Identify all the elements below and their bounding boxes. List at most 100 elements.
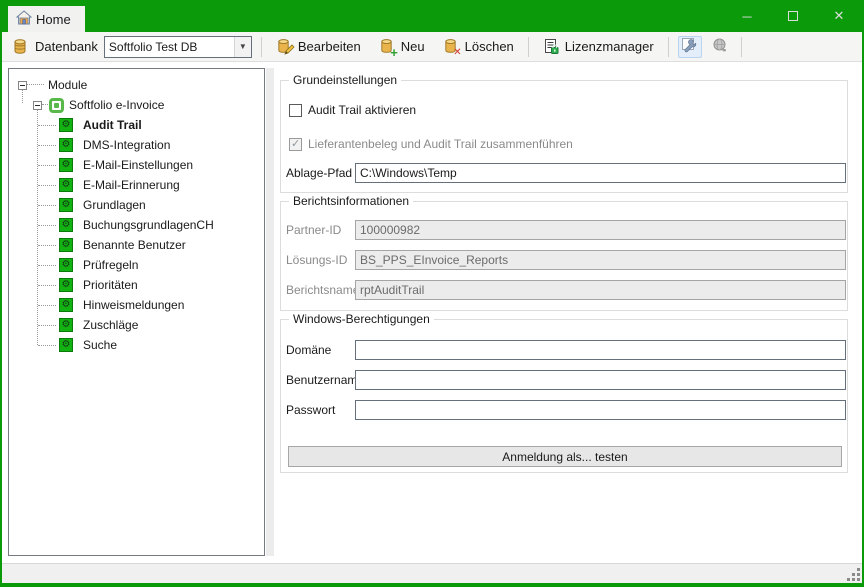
tree-connector	[38, 185, 56, 186]
content-area: Module Softfolio e-Invoice ⚙ Audit Trail	[2, 63, 862, 559]
gear-icon: ⚙	[59, 278, 73, 292]
license-document-icon	[543, 38, 560, 55]
tree-connector	[38, 145, 56, 146]
tree-connector	[38, 165, 56, 166]
resize-grip-icon[interactable]	[848, 569, 860, 581]
loeschen-button[interactable]: ✕ Löschen	[438, 35, 519, 58]
gear-icon: ⚙	[59, 138, 73, 152]
collapse-icon[interactable]	[33, 101, 42, 110]
domaene-input[interactable]	[355, 340, 846, 360]
tree-item-suche[interactable]: ⚙ Suche	[9, 335, 264, 355]
partner-id-input	[355, 220, 846, 240]
combobox-dropdown-button[interactable]: ▼	[234, 37, 251, 57]
globe-icon	[711, 37, 728, 57]
domaene-label: Domäne	[286, 343, 331, 357]
maximize-icon	[788, 11, 798, 21]
tree-node-label: Softfolio e-Invoice	[69, 98, 164, 112]
lieferantenbeleg-checkbox	[289, 138, 302, 151]
ablage-pfad-input[interactable]	[355, 163, 846, 183]
tree-item-label: Prüfregeln	[83, 258, 138, 272]
statusbar	[2, 563, 862, 583]
anmeldung-testen-button[interactable]: Anmeldung als... testen	[288, 446, 842, 467]
ablage-pfad-label: Ablage-Pfad	[286, 166, 352, 180]
toolbar-separator	[741, 37, 742, 57]
gear-icon: ⚙	[59, 298, 73, 312]
benutzername-input[interactable]	[355, 370, 846, 390]
maximize-button[interactable]	[770, 0, 816, 32]
red-x-icon: ✕	[453, 48, 461, 58]
minimize-button[interactable]: ─	[724, 0, 770, 32]
tree-item-label: Grundlagen	[83, 198, 146, 212]
partner-id-row: Partner-ID	[281, 220, 847, 240]
group-windows-berechtigungen: Windows-Berechtigungen Domäne Benutzerna…	[280, 319, 848, 473]
edit-database-icon	[276, 38, 293, 55]
gear-icon: ⚙	[59, 178, 73, 192]
tools-button[interactable]	[678, 36, 702, 58]
tree-item-dms-integration[interactable]: ⚙ DMS-Integration	[9, 135, 264, 155]
lizenzmanager-button[interactable]: Lizenzmanager	[538, 35, 659, 58]
database-combobox[interactable]: Softfolio Test DB ▼	[104, 36, 252, 58]
tree-node-einvoice[interactable]: Softfolio e-Invoice	[9, 95, 264, 115]
plus-icon: +	[390, 48, 398, 58]
loesungs-id-input	[355, 250, 846, 270]
partner-id-label: Partner-ID	[286, 223, 341, 237]
collapse-icon[interactable]	[18, 81, 27, 90]
tree-item-pruefregeln[interactable]: ⚙ Prüfregeln	[9, 255, 264, 275]
gear-icon: ⚙	[59, 338, 73, 352]
berichtsname-input	[355, 280, 846, 300]
wrench-icon	[681, 37, 698, 57]
tree-item-label: Audit Trail	[83, 118, 142, 132]
titlebar: Home ─ ✕	[2, 0, 862, 32]
database-icon	[12, 38, 29, 55]
minimize-icon: ─	[742, 9, 751, 24]
tree-item-grundlagen[interactable]: ⚙ Grundlagen	[9, 195, 264, 215]
globe-button[interactable]	[708, 36, 732, 58]
tree-item-audit-trail[interactable]: ⚙ Audit Trail	[9, 115, 264, 135]
toolbar-separator	[261, 37, 262, 57]
gear-icon: ⚙	[59, 158, 73, 172]
new-database-icon: +	[379, 38, 396, 55]
gear-icon: ⚙	[59, 258, 73, 272]
tree-item-email-einstellungen[interactable]: ⚙ E-Mail-Einstellungen	[9, 155, 264, 175]
tree-item-email-erinnerung[interactable]: ⚙ E-Mail-Erinnerung	[9, 175, 264, 195]
tree-item-label: Prioritäten	[83, 278, 138, 292]
tree-item-label: DMS-Integration	[83, 138, 170, 152]
home-icon	[16, 10, 32, 28]
close-icon: ✕	[834, 8, 845, 24]
checkbox-label: Audit Trail aktivieren	[308, 103, 416, 117]
benutzername-label: Benutzername	[286, 373, 364, 387]
passwort-input[interactable]	[355, 400, 846, 420]
neu-button[interactable]: + Neu	[374, 35, 430, 58]
berichtsname-row: Berichtsname	[281, 280, 847, 300]
tree-item-zuschlaege[interactable]: ⚙ Zuschläge	[9, 315, 264, 335]
tab-home[interactable]: Home	[8, 6, 85, 32]
tree-item-label: E-Mail-Erinnerung	[83, 178, 180, 192]
gear-icon: ⚙	[59, 218, 73, 232]
close-button[interactable]: ✕	[816, 0, 862, 32]
tree-node-module[interactable]: Module	[9, 75, 264, 95]
tree-connector	[38, 345, 56, 346]
loeschen-label: Löschen	[465, 39, 514, 54]
tree-connector	[38, 325, 56, 326]
tree-connector	[38, 225, 56, 226]
tree-item-benannte-benutzer[interactable]: ⚙ Benannte Benutzer	[9, 235, 264, 255]
database-combobox-value: Softfolio Test DB	[105, 40, 234, 54]
audit-trail-aktivieren-checkbox[interactable]	[289, 104, 302, 117]
tree-item-hinweismeldungen[interactable]: ⚙ Hinweismeldungen	[9, 295, 264, 315]
gear-icon: ⚙	[59, 238, 73, 252]
pencil-icon	[284, 44, 295, 58]
tree-item-prioritaeten[interactable]: ⚙ Prioritäten	[9, 275, 264, 295]
tree-item-label: BuchungsgrundlagenCH	[83, 218, 214, 232]
ablage-pfad-row: Ablage-Pfad	[281, 163, 847, 183]
gear-icon: ⚙	[59, 198, 73, 212]
group-title: Berichtsinformationen	[289, 194, 413, 208]
tree-item-buchungsgrundlagench[interactable]: ⚙ BuchungsgrundlagenCH	[9, 215, 264, 235]
panel-splitter[interactable]	[266, 68, 274, 556]
gear-icon: ⚙	[59, 318, 73, 332]
lizenzmanager-label: Lizenzmanager	[565, 39, 654, 54]
bearbeiten-button[interactable]: Bearbeiten	[271, 35, 366, 58]
tab-home-label: Home	[36, 12, 71, 27]
toolbar: Datenbank Softfolio Test DB ▼	[2, 32, 862, 62]
chevron-down-icon: ▼	[239, 42, 247, 51]
passwort-row: Passwort	[281, 400, 847, 420]
